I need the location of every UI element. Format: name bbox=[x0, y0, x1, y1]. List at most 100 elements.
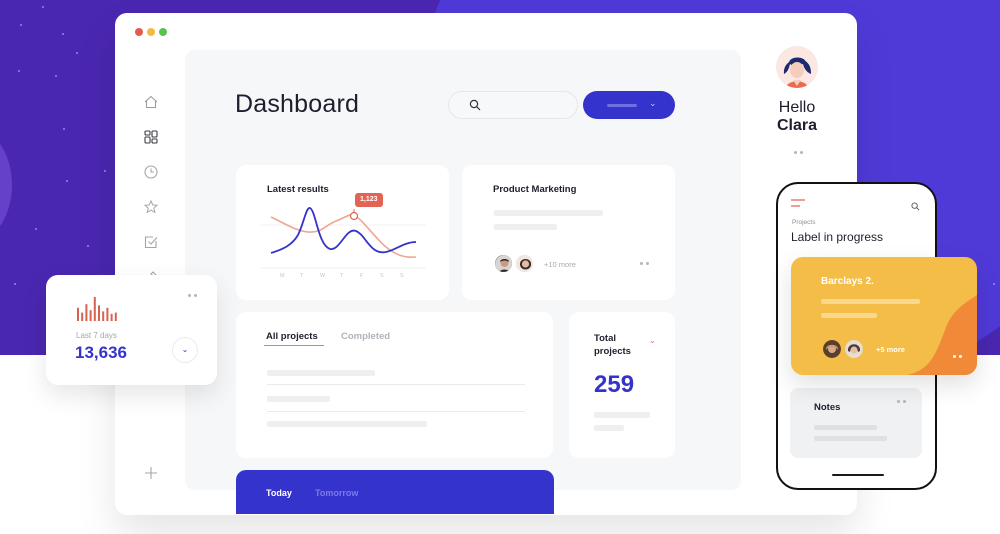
highlight-point[interactable] bbox=[349, 211, 359, 221]
x-axis-label: S bbox=[380, 273, 384, 279]
weekly-stats-card: Last 7 days 13,636 ⌄ bbox=[46, 275, 217, 385]
x-axis-label: M bbox=[280, 273, 285, 279]
grid-icon bbox=[144, 130, 158, 144]
clock-icon bbox=[144, 165, 158, 179]
project-row-placeholder bbox=[267, 370, 375, 376]
add-icon[interactable] bbox=[141, 463, 161, 483]
series-primary-line bbox=[270, 207, 417, 254]
mini-bar bbox=[114, 312, 117, 321]
mini-bar bbox=[77, 307, 79, 321]
user-name: Clara bbox=[776, 117, 818, 134]
mini-bar bbox=[89, 310, 92, 321]
background-orb bbox=[0, 130, 12, 240]
more-options-icon[interactable] bbox=[953, 355, 962, 358]
total-projects-value: 259 bbox=[594, 371, 635, 398]
star bbox=[993, 283, 995, 285]
maximize-window-button[interactable] bbox=[159, 28, 167, 36]
value-tooltip: 1,123 bbox=[355, 193, 383, 207]
star bbox=[42, 6, 44, 8]
chevron-down-icon[interactable]: ⌄ bbox=[649, 336, 656, 345]
notes-card[interactable]: Notes bbox=[790, 388, 922, 458]
x-axis-label: F bbox=[360, 273, 364, 279]
total-projects-card: Total projects ⌄ 259 bbox=[569, 312, 675, 458]
text-placeholder bbox=[814, 436, 887, 441]
mini-bar bbox=[102, 311, 105, 321]
mini-bar-chart bbox=[77, 297, 117, 321]
search-icon bbox=[469, 99, 481, 111]
star bbox=[55, 75, 57, 77]
star bbox=[66, 180, 68, 182]
more-options-icon[interactable] bbox=[794, 151, 803, 154]
more-options-icon[interactable] bbox=[897, 400, 906, 403]
more-options-icon[interactable] bbox=[188, 294, 197, 297]
mini-bar bbox=[93, 297, 96, 321]
dashboard-content: Dashboard ⌄ Latest results 1,123 M T W T F S S bbox=[185, 50, 741, 514]
divider bbox=[267, 411, 525, 412]
expand-button[interactable]: ⌄ bbox=[172, 337, 198, 363]
schedule-card: Today Tomorrow bbox=[236, 470, 554, 514]
filter-dropdown-button[interactable]: ⌄ bbox=[583, 91, 675, 119]
greeting-text: Hello bbox=[778, 99, 816, 116]
search-icon[interactable] bbox=[911, 202, 920, 211]
tab-today[interactable]: Today bbox=[266, 488, 292, 498]
mini-bar bbox=[110, 313, 113, 321]
page-title: Dashboard bbox=[235, 90, 360, 118]
notes-title: Notes bbox=[814, 402, 841, 413]
text-placeholder bbox=[594, 412, 650, 418]
star bbox=[76, 52, 78, 54]
sidebar-item-tasks[interactable] bbox=[140, 231, 162, 253]
sidebar-item-home[interactable] bbox=[140, 91, 162, 113]
minimize-window-button[interactable] bbox=[147, 28, 155, 36]
phone-title: Label in progress bbox=[791, 230, 884, 244]
mini-bar bbox=[98, 305, 100, 321]
text-placeholder bbox=[494, 224, 557, 230]
text-placeholder bbox=[821, 299, 920, 304]
button-label-placeholder bbox=[607, 104, 637, 107]
sidebar-item-favorites[interactable] bbox=[140, 196, 162, 218]
project-row-placeholder bbox=[267, 396, 330, 402]
star bbox=[87, 245, 89, 247]
user-avatar[interactable] bbox=[776, 46, 818, 88]
star bbox=[35, 228, 37, 230]
close-window-button[interactable] bbox=[135, 28, 143, 36]
checkbox-icon bbox=[144, 236, 158, 249]
x-axis-label: W bbox=[320, 273, 326, 279]
more-members-label: +10 more bbox=[544, 260, 576, 269]
member-avatar[interactable] bbox=[845, 340, 863, 358]
project-card[interactable]: Barclays 2. +5 more bbox=[791, 257, 977, 375]
search-input[interactable] bbox=[448, 91, 578, 119]
sidebar-item-dashboard[interactable] bbox=[140, 126, 162, 148]
mini-bar bbox=[85, 304, 88, 321]
card-title: Product Marketing bbox=[493, 184, 577, 195]
section-label: Projects bbox=[792, 219, 816, 226]
total-projects-label: Total projects bbox=[594, 333, 631, 357]
x-axis-label: T bbox=[340, 273, 344, 279]
member-avatar[interactable] bbox=[494, 254, 513, 273]
star bbox=[62, 33, 64, 35]
star bbox=[63, 128, 65, 130]
member-avatar[interactable] bbox=[823, 340, 841, 358]
card-title: Latest results bbox=[267, 184, 329, 195]
product-marketing-card[interactable]: Product Marketing +10 more bbox=[462, 165, 675, 300]
more-options-icon[interactable] bbox=[640, 262, 649, 265]
series-secondary-line bbox=[270, 213, 417, 258]
latest-results-card: Latest results 1,123 M T W T F S S bbox=[236, 165, 449, 300]
tab-all-projects[interactable]: All projects bbox=[266, 331, 318, 342]
decorative-wave bbox=[907, 295, 977, 375]
mini-bar bbox=[106, 307, 109, 321]
x-axis-label: S bbox=[400, 273, 404, 279]
star bbox=[14, 283, 16, 285]
tab-tomorrow[interactable]: Tomorrow bbox=[315, 488, 358, 498]
menu-icon[interactable] bbox=[791, 199, 805, 207]
text-placeholder bbox=[494, 210, 603, 216]
project-row-placeholder bbox=[267, 421, 427, 427]
divider bbox=[267, 384, 525, 385]
sidebar-item-history[interactable] bbox=[140, 161, 162, 183]
tab-completed[interactable]: Completed bbox=[341, 331, 390, 342]
home-icon bbox=[144, 95, 158, 109]
member-avatar[interactable] bbox=[515, 254, 534, 273]
mini-bar bbox=[81, 312, 84, 321]
x-axis-label: T bbox=[300, 273, 304, 279]
more-members-label: +5 more bbox=[876, 345, 905, 354]
stat-value: 13,636 bbox=[75, 343, 127, 362]
